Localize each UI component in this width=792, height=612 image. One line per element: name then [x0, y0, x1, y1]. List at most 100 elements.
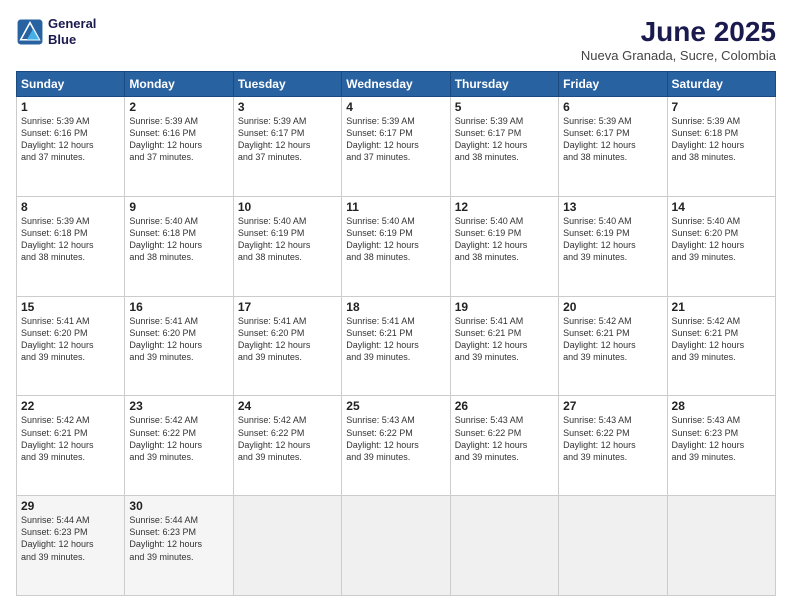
cell-text: Sunrise: 5:42 AM Sunset: 6:21 PM Dayligh… — [563, 315, 662, 364]
day-number: 13 — [563, 200, 662, 214]
cell-text: Sunrise: 5:39 AM Sunset: 6:17 PM Dayligh… — [563, 115, 662, 164]
column-header-tuesday: Tuesday — [233, 72, 341, 97]
cell-text: Sunrise: 5:39 AM Sunset: 6:18 PM Dayligh… — [21, 215, 120, 264]
day-number: 15 — [21, 300, 120, 314]
cell-text: Sunrise: 5:40 AM Sunset: 6:19 PM Dayligh… — [346, 215, 445, 264]
cell-text: Sunrise: 5:43 AM Sunset: 6:22 PM Dayligh… — [455, 414, 554, 463]
cell-text: Sunrise: 5:39 AM Sunset: 6:16 PM Dayligh… — [129, 115, 228, 164]
cell-text: Sunrise: 5:44 AM Sunset: 6:23 PM Dayligh… — [129, 514, 228, 563]
calendar-week-3: 15Sunrise: 5:41 AM Sunset: 6:20 PM Dayli… — [17, 296, 776, 396]
day-number: 17 — [238, 300, 337, 314]
cell-text: Sunrise: 5:41 AM Sunset: 6:20 PM Dayligh… — [129, 315, 228, 364]
day-number: 6 — [563, 100, 662, 114]
column-header-friday: Friday — [559, 72, 667, 97]
day-number: 25 — [346, 399, 445, 413]
day-number: 10 — [238, 200, 337, 214]
calendar-cell — [667, 496, 775, 596]
calendar-cell: 24Sunrise: 5:42 AM Sunset: 6:22 PM Dayli… — [233, 396, 341, 496]
day-number: 5 — [455, 100, 554, 114]
calendar-cell: 15Sunrise: 5:41 AM Sunset: 6:20 PM Dayli… — [17, 296, 125, 396]
cell-text: Sunrise: 5:40 AM Sunset: 6:19 PM Dayligh… — [455, 215, 554, 264]
day-number: 14 — [672, 200, 771, 214]
cell-text: Sunrise: 5:39 AM Sunset: 6:18 PM Dayligh… — [672, 115, 771, 164]
calendar-cell: 9Sunrise: 5:40 AM Sunset: 6:18 PM Daylig… — [125, 196, 233, 296]
calendar-cell: 19Sunrise: 5:41 AM Sunset: 6:21 PM Dayli… — [450, 296, 558, 396]
cell-text: Sunrise: 5:39 AM Sunset: 6:16 PM Dayligh… — [21, 115, 120, 164]
header: General Blue June 2025 Nueva Granada, Su… — [16, 16, 776, 63]
page: General Blue June 2025 Nueva Granada, Su… — [0, 0, 792, 612]
calendar-cell: 23Sunrise: 5:42 AM Sunset: 6:22 PM Dayli… — [125, 396, 233, 496]
calendar-cell: 14Sunrise: 5:40 AM Sunset: 6:20 PM Dayli… — [667, 196, 775, 296]
day-number: 24 — [238, 399, 337, 413]
cell-text: Sunrise: 5:41 AM Sunset: 6:21 PM Dayligh… — [346, 315, 445, 364]
cell-text: Sunrise: 5:41 AM Sunset: 6:20 PM Dayligh… — [21, 315, 120, 364]
title-block: June 2025 Nueva Granada, Sucre, Colombia — [581, 16, 776, 63]
cell-text: Sunrise: 5:39 AM Sunset: 6:17 PM Dayligh… — [238, 115, 337, 164]
cell-text: Sunrise: 5:41 AM Sunset: 6:20 PM Dayligh… — [238, 315, 337, 364]
logo: General Blue — [16, 16, 96, 47]
cell-text: Sunrise: 5:42 AM Sunset: 6:21 PM Dayligh… — [21, 414, 120, 463]
calendar-cell: 2Sunrise: 5:39 AM Sunset: 6:16 PM Daylig… — [125, 97, 233, 197]
calendar-cell: 26Sunrise: 5:43 AM Sunset: 6:22 PM Dayli… — [450, 396, 558, 496]
calendar-cell: 5Sunrise: 5:39 AM Sunset: 6:17 PM Daylig… — [450, 97, 558, 197]
day-number: 16 — [129, 300, 228, 314]
day-number: 19 — [455, 300, 554, 314]
day-number: 12 — [455, 200, 554, 214]
cell-text: Sunrise: 5:39 AM Sunset: 6:17 PM Dayligh… — [346, 115, 445, 164]
logo-text: General Blue — [48, 16, 96, 47]
calendar-cell: 18Sunrise: 5:41 AM Sunset: 6:21 PM Dayli… — [342, 296, 450, 396]
calendar-cell: 28Sunrise: 5:43 AM Sunset: 6:23 PM Dayli… — [667, 396, 775, 496]
calendar-cell — [450, 496, 558, 596]
column-header-thursday: Thursday — [450, 72, 558, 97]
day-number: 21 — [672, 300, 771, 314]
cell-text: Sunrise: 5:43 AM Sunset: 6:22 PM Dayligh… — [346, 414, 445, 463]
day-number: 2 — [129, 100, 228, 114]
column-header-wednesday: Wednesday — [342, 72, 450, 97]
calendar-cell: 29Sunrise: 5:44 AM Sunset: 6:23 PM Dayli… — [17, 496, 125, 596]
cell-text: Sunrise: 5:43 AM Sunset: 6:22 PM Dayligh… — [563, 414, 662, 463]
day-number: 1 — [21, 100, 120, 114]
day-number: 8 — [21, 200, 120, 214]
calendar-cell: 22Sunrise: 5:42 AM Sunset: 6:21 PM Dayli… — [17, 396, 125, 496]
cell-text: Sunrise: 5:40 AM Sunset: 6:18 PM Dayligh… — [129, 215, 228, 264]
calendar-cell: 27Sunrise: 5:43 AM Sunset: 6:22 PM Dayli… — [559, 396, 667, 496]
month-title: June 2025 — [581, 16, 776, 48]
day-number: 11 — [346, 200, 445, 214]
cell-text: Sunrise: 5:42 AM Sunset: 6:22 PM Dayligh… — [238, 414, 337, 463]
calendar-cell — [233, 496, 341, 596]
calendar-week-1: 1Sunrise: 5:39 AM Sunset: 6:16 PM Daylig… — [17, 97, 776, 197]
day-number: 4 — [346, 100, 445, 114]
day-number: 20 — [563, 300, 662, 314]
calendar-cell: 17Sunrise: 5:41 AM Sunset: 6:20 PM Dayli… — [233, 296, 341, 396]
calendar-cell: 3Sunrise: 5:39 AM Sunset: 6:17 PM Daylig… — [233, 97, 341, 197]
day-number: 27 — [563, 399, 662, 413]
day-number: 30 — [129, 499, 228, 513]
calendar-cell: 7Sunrise: 5:39 AM Sunset: 6:18 PM Daylig… — [667, 97, 775, 197]
day-number: 18 — [346, 300, 445, 314]
calendar-cell: 13Sunrise: 5:40 AM Sunset: 6:19 PM Dayli… — [559, 196, 667, 296]
cell-text: Sunrise: 5:43 AM Sunset: 6:23 PM Dayligh… — [672, 414, 771, 463]
day-number: 23 — [129, 399, 228, 413]
calendar-cell: 30Sunrise: 5:44 AM Sunset: 6:23 PM Dayli… — [125, 496, 233, 596]
column-header-monday: Monday — [125, 72, 233, 97]
calendar-cell: 1Sunrise: 5:39 AM Sunset: 6:16 PM Daylig… — [17, 97, 125, 197]
calendar-cell: 12Sunrise: 5:40 AM Sunset: 6:19 PM Dayli… — [450, 196, 558, 296]
cell-text: Sunrise: 5:40 AM Sunset: 6:19 PM Dayligh… — [238, 215, 337, 264]
calendar-cell: 16Sunrise: 5:41 AM Sunset: 6:20 PM Dayli… — [125, 296, 233, 396]
cell-text: Sunrise: 5:40 AM Sunset: 6:20 PM Dayligh… — [672, 215, 771, 264]
calendar-cell: 8Sunrise: 5:39 AM Sunset: 6:18 PM Daylig… — [17, 196, 125, 296]
cell-text: Sunrise: 5:42 AM Sunset: 6:22 PM Dayligh… — [129, 414, 228, 463]
day-number: 22 — [21, 399, 120, 413]
calendar-cell: 10Sunrise: 5:40 AM Sunset: 6:19 PM Dayli… — [233, 196, 341, 296]
day-number: 7 — [672, 100, 771, 114]
calendar-cell — [342, 496, 450, 596]
column-header-sunday: Sunday — [17, 72, 125, 97]
subtitle: Nueva Granada, Sucre, Colombia — [581, 48, 776, 63]
calendar-cell: 6Sunrise: 5:39 AM Sunset: 6:17 PM Daylig… — [559, 97, 667, 197]
calendar-cell: 11Sunrise: 5:40 AM Sunset: 6:19 PM Dayli… — [342, 196, 450, 296]
cell-text: Sunrise: 5:40 AM Sunset: 6:19 PM Dayligh… — [563, 215, 662, 264]
day-number: 28 — [672, 399, 771, 413]
column-header-saturday: Saturday — [667, 72, 775, 97]
day-number: 29 — [21, 499, 120, 513]
calendar-cell: 21Sunrise: 5:42 AM Sunset: 6:21 PM Dayli… — [667, 296, 775, 396]
